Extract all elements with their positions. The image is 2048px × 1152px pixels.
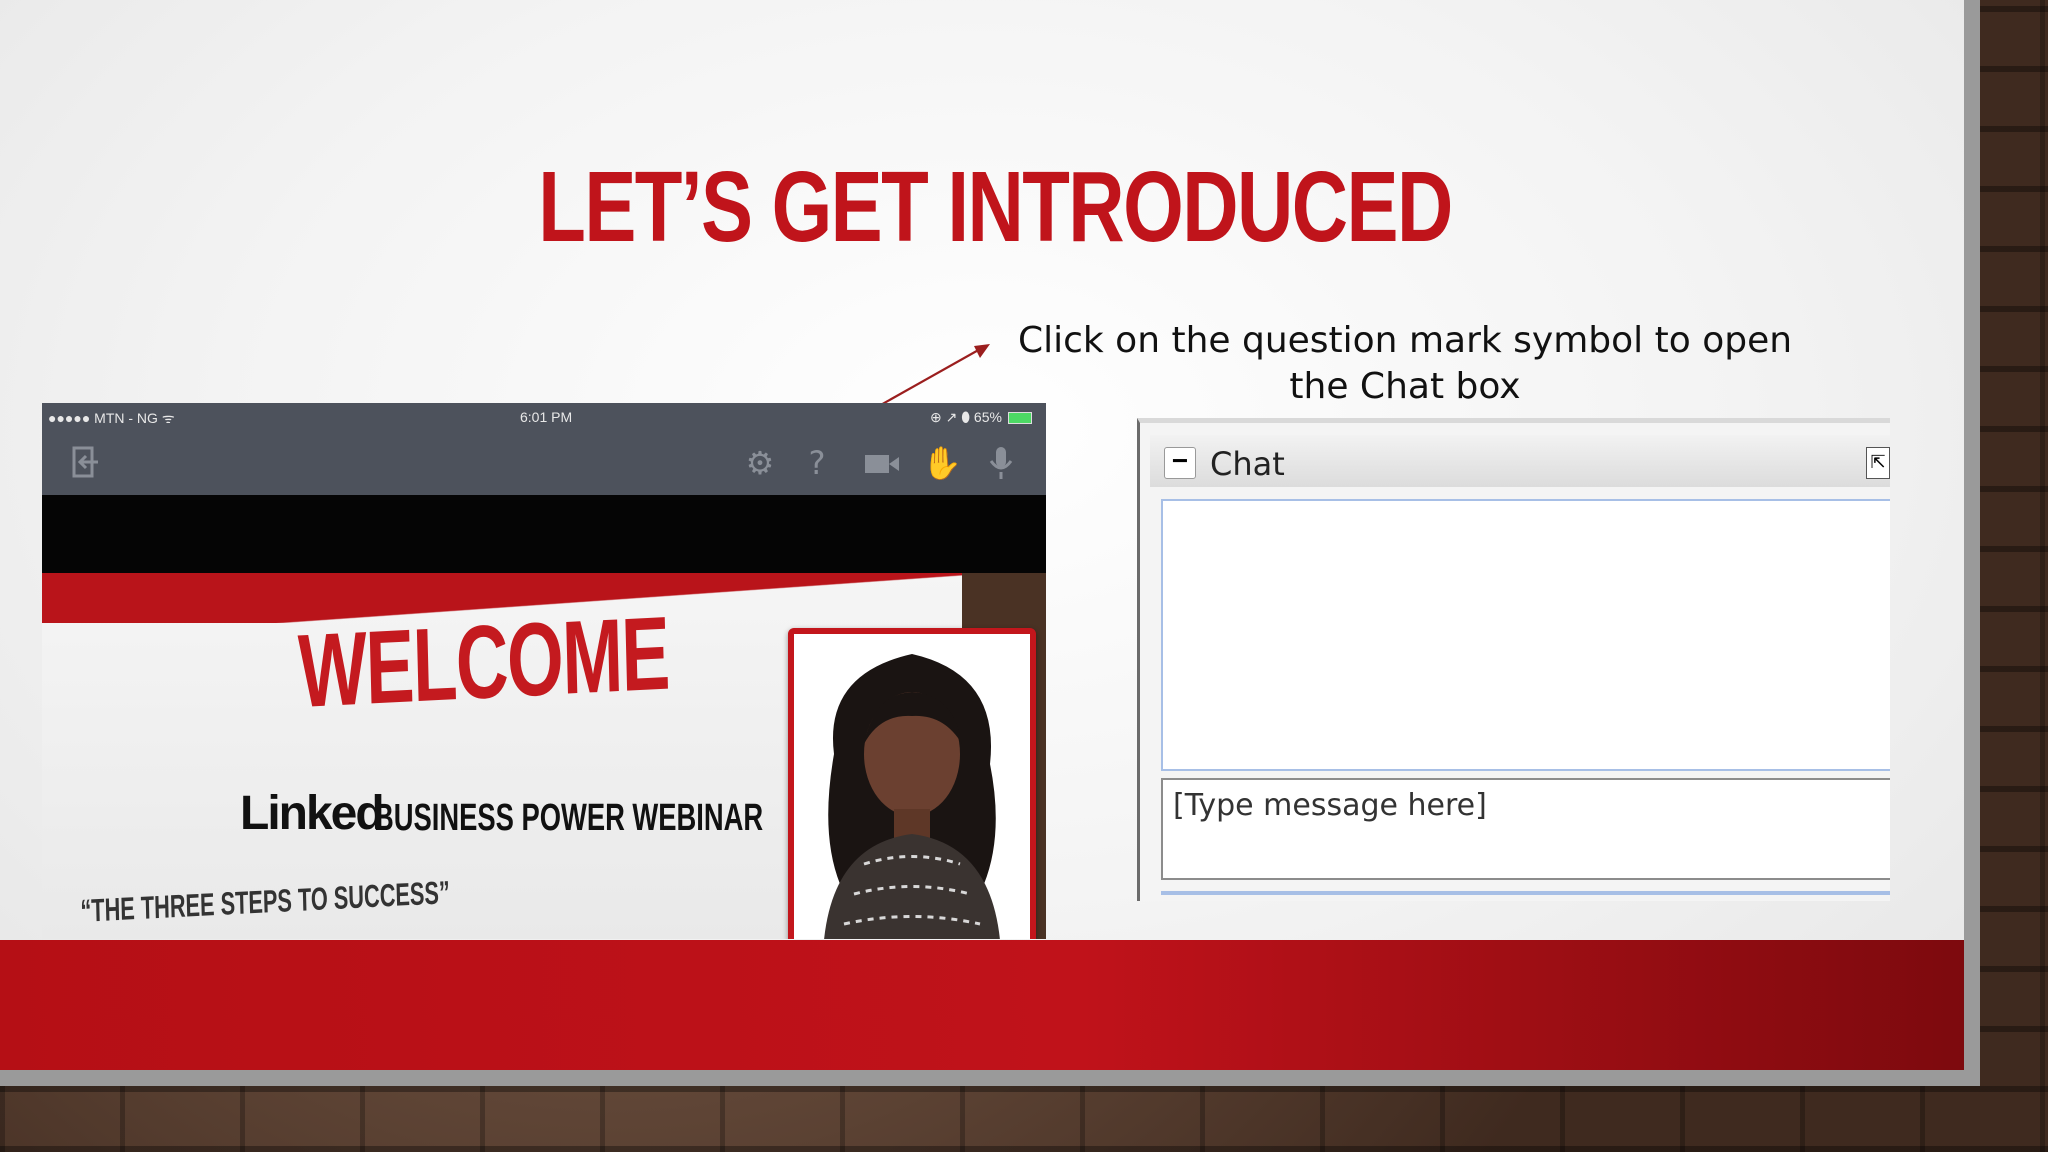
chat-header: − Chat ⇱ [1150, 435, 1890, 487]
webinar-subtitle: BUSINESS POWER WEBINAR [374, 797, 764, 839]
presenter-photo [788, 628, 1036, 939]
session-toolbar: ⚙ ? ✋ [42, 431, 1046, 495]
question-icon[interactable]: ? [802, 445, 832, 481]
chat-message-log[interactable] [1161, 499, 1890, 771]
phone-screenshot: ●●●●● MTN - NG ᯤ 6:01 PM ⊕ ↗ ⬮ 65% ⚙ ? ✋… [42, 403, 1046, 939]
battery-icon [1008, 412, 1032, 424]
exit-icon[interactable] [70, 445, 102, 481]
presentation-slide: LET’S GET INTRODUCED Click on the questi… [0, 0, 1964, 1070]
linked-logo-text: Linked [240, 787, 385, 840]
carrier-label: ●●●●● MTN - NG ᯤ [48, 410, 175, 426]
gear-icon[interactable]: ⚙ [742, 445, 778, 481]
webinar-welcome-banner: WELCOME Linked BUSINESS POWER WEBINAR “T… [42, 573, 1046, 939]
webinar-tagline: “THE THREE STEPS TO SUCCESS” [80, 874, 451, 929]
status-bar: ●●●●● MTN - NG ᯤ 6:01 PM ⊕ ↗ ⬮ 65% [42, 403, 1046, 431]
hand-icon[interactable]: ✋ [922, 445, 962, 481]
chat-title: Chat [1210, 445, 1285, 483]
camera-icon[interactable] [862, 445, 902, 481]
collapse-button[interactable]: − [1164, 447, 1196, 479]
video-letterbox [42, 495, 1046, 573]
clock-label: 6:01 PM [520, 409, 573, 425]
status-indicators: ⊕ ↗ ⬮ 65% [930, 409, 1002, 425]
popout-icon[interactable]: ⇱ [1866, 447, 1890, 479]
chat-panel: − Chat ⇱ [Type message here] [1137, 418, 1890, 901]
chat-message-input[interactable]: [Type message here] [1161, 778, 1890, 880]
chat-bottom-border [1161, 891, 1890, 895]
slide-title: LET’S GET INTRODUCED [538, 151, 1453, 263]
instruction-text: Click on the question mark symbol to ope… [1017, 320, 1793, 407]
presenter-portrait-icon [794, 634, 1030, 939]
welcome-heading: WELCOME [297, 595, 670, 730]
footer-red-bar [0, 940, 1964, 1070]
microphone-icon[interactable] [986, 445, 1016, 481]
